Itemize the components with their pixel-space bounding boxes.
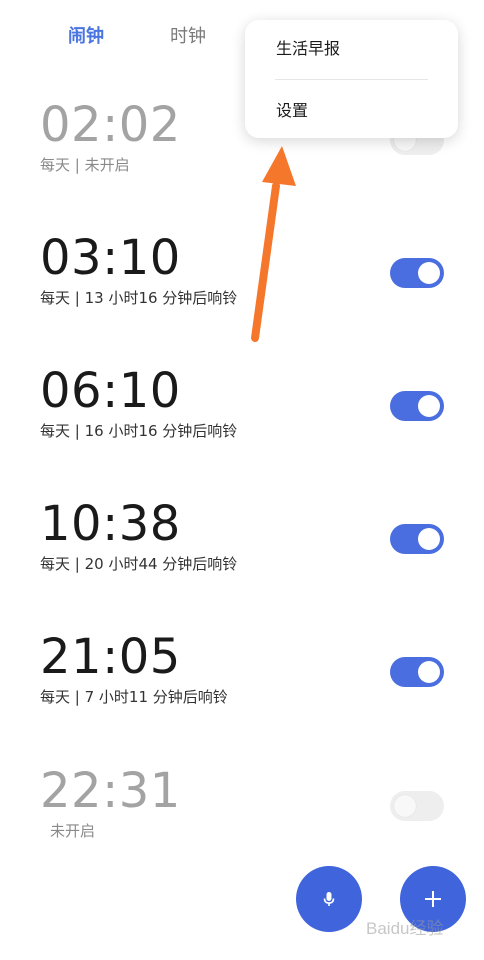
watermark-text: Baidu经验 [366, 919, 443, 938]
menu-item-settings[interactable]: 设置 [276, 100, 308, 122]
menu-item-life-brief[interactable]: 生活早报 [276, 38, 340, 60]
alarm-item[interactable]: 21:05 每天 | 7 小时11 分钟后响铃 [0, 629, 484, 739]
alarm-item[interactable]: 22:31 未开启 [0, 763, 484, 873]
alarm-time: 10:38 [40, 496, 181, 552]
menu-divider [275, 79, 428, 80]
alarm-time: 06:10 [40, 363, 181, 419]
alarm-subtitle: 每天 | 16 小时16 分钟后响铃 [40, 422, 238, 440]
alarm-subtitle: 每天 | 未开启 [40, 156, 130, 174]
alarm-item[interactable]: 10:38 每天 | 20 小时44 分钟后响铃 [0, 496, 484, 606]
alarm-toggle[interactable] [390, 524, 444, 554]
baidu-watermark: Baidu经验 [364, 912, 464, 948]
alarm-time: 03:10 [40, 230, 181, 286]
toggle-knob [394, 795, 416, 817]
tab-clock[interactable]: 时钟 [170, 22, 206, 52]
microphone-icon [323, 892, 335, 906]
alarm-subtitle: 每天 | 13 小时16 分钟后响铃 [40, 289, 238, 307]
toggle-knob [418, 395, 440, 417]
alarm-time: 21:05 [40, 629, 181, 685]
alarm-toggle[interactable] [390, 258, 444, 288]
toggle-knob [418, 528, 440, 550]
voice-button[interactable] [296, 866, 362, 932]
toggle-knob [418, 661, 440, 683]
alarm-time: 02:02 [40, 97, 181, 153]
plus-icon [425, 891, 441, 907]
alarm-subtitle: 每天 | 20 小时44 分钟后响铃 [40, 555, 238, 573]
alarm-time: 22:31 [40, 763, 181, 819]
alarm-subtitle: 每天 | 7 小时11 分钟后响铃 [40, 688, 228, 706]
alarm-subtitle: 未开启 [50, 822, 96, 840]
overflow-menu: 生活早报 设置 [245, 20, 458, 138]
alarm-toggle[interactable] [390, 391, 444, 421]
alarm-toggle[interactable] [390, 791, 444, 821]
alarm-item[interactable]: 06:10 每天 | 16 小时16 分钟后响铃 [0, 363, 484, 473]
tab-alarm[interactable]: 闹钟 [68, 22, 104, 52]
alarm-toggle[interactable] [390, 657, 444, 687]
alarm-item[interactable]: 03:10 每天 | 13 小时16 分钟后响铃 [0, 230, 484, 340]
toggle-knob [418, 262, 440, 284]
